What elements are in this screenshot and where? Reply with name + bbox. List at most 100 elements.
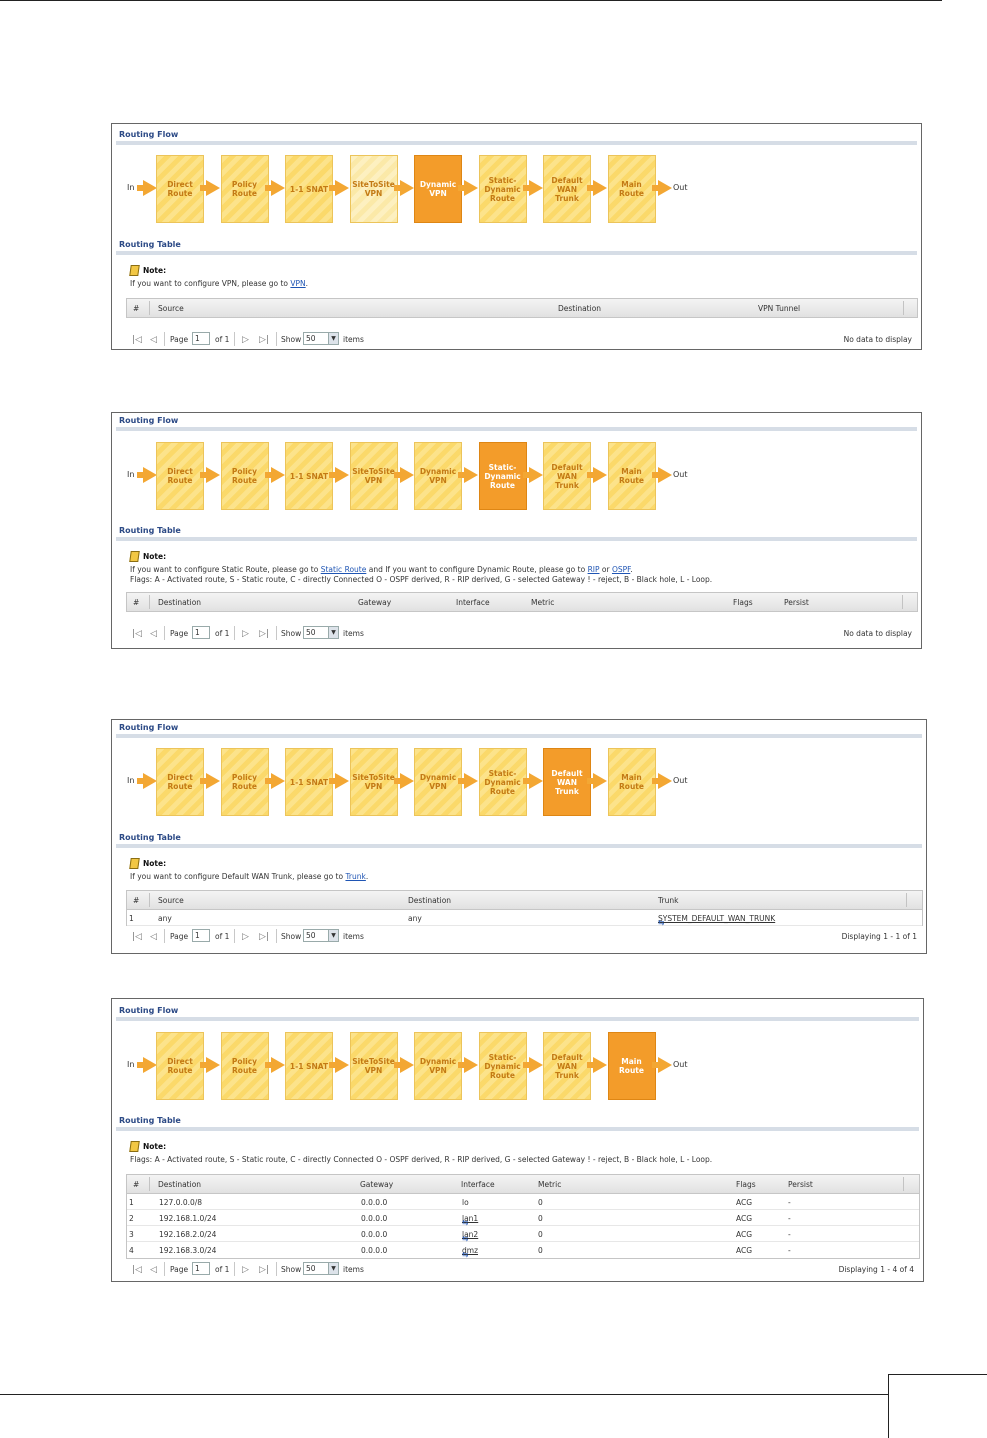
col-gateway[interactable]: Gateway [360,1180,393,1189]
next-page-icon[interactable]: ▷ [242,1265,249,1275]
flow-step[interactable]: Dynamic VPN [414,442,462,510]
flow-step[interactable]: Dynamic VPN [414,748,462,816]
flow-step[interactable]: Static- Dynamic Route [478,748,527,816]
ospf-link[interactable]: OSPF [612,565,630,574]
flow-step[interactable]: Main Route [607,442,656,510]
flow-step[interactable]: Static- Dynamic Route [478,1032,527,1100]
flow-step[interactable]: Static- Dynamic Route [478,442,527,510]
col-num[interactable]: # [133,598,139,607]
row-interface[interactable]: ⇆ dmz [462,1246,478,1259]
flow-step[interactable]: 1-1 SNAT [285,1032,333,1100]
page-size-select[interactable]: 50 ▼ [303,1262,339,1275]
flow-step[interactable]: Main Route [607,1032,656,1100]
col-trunk[interactable]: Trunk [658,896,678,905]
flow-step[interactable]: Static- Dynamic Route [478,155,527,223]
page-size-select[interactable]: 50 ▼ [303,332,339,345]
col-interface[interactable]: Interface [461,1180,495,1189]
col-destination[interactable]: Destination [408,896,451,905]
flow-step[interactable]: Policy Route [220,442,269,510]
col-gateway[interactable]: Gateway [358,598,391,607]
page-input[interactable]: 1 [192,332,210,345]
col-num[interactable]: # [133,304,139,313]
rip-link[interactable]: RIP [588,565,600,574]
last-page-icon[interactable]: ▷| [259,932,269,942]
flow-step[interactable]: Default WAN Trunk [543,1032,591,1100]
row-interface[interactable]: ⇆ lan1 [462,1214,478,1227]
next-page-icon[interactable]: ▷ [242,932,249,942]
first-page-icon[interactable]: |◁ [132,932,142,942]
col-persist[interactable]: Persist [784,598,809,607]
page-label: Page [170,1265,189,1274]
static-route-link[interactable]: Static Route [321,565,367,574]
flow-step[interactable]: Main Route [607,748,656,816]
first-page-icon[interactable]: |◁ [132,335,142,345]
col-persist[interactable]: Persist [788,1180,813,1189]
col-destination[interactable]: Destination [158,1180,201,1189]
col-interface[interactable]: Interface [456,598,490,607]
col-destination[interactable]: Destination [558,304,601,313]
flow-step[interactable]: 1-1 SNAT [285,748,333,816]
next-page-icon[interactable]: ▷ [242,335,249,345]
table-row[interactable]: 4 192.168.3.0/24 0.0.0.0 ⇆ dmz 0 ACG - [127,1242,919,1259]
page-input[interactable]: 1 [192,1262,210,1275]
flow-step[interactable]: SiteToSite VPN [349,1032,398,1100]
flow-step[interactable]: Policy Route [220,748,269,816]
prev-page-icon[interactable]: ◁ [150,932,157,942]
table-row[interactable]: 1 127.0.0.0/8 0.0.0.0 lo 0 ACG - [127,1194,919,1210]
flow-step[interactable]: Direct Route [156,155,204,223]
last-page-icon[interactable]: ▷| [259,1265,269,1275]
first-page-icon[interactable]: |◁ [132,629,142,639]
col-metric[interactable]: Metric [531,598,554,607]
vpn-link[interactable]: VPN [290,279,305,288]
flow-step[interactable]: SiteToSite VPN [349,155,398,223]
last-page-icon[interactable]: ▷| [259,335,269,345]
flow-step[interactable]: SiteToSite VPN [349,442,398,510]
page-size-select[interactable]: 50 ▼ [303,929,339,942]
page-size-select[interactable]: 50 ▼ [303,626,339,639]
chevron-down-icon[interactable]: ▼ [328,930,338,941]
chevron-down-icon[interactable]: ▼ [328,333,338,344]
table-row[interactable]: 1 any any ⇆ SYSTEM_DEFAULT_WAN_TRUNK [127,910,922,927]
flow-step[interactable]: 1-1 SNAT [285,442,333,510]
flow-step[interactable]: Policy Route [220,155,269,223]
col-num[interactable]: # [133,1180,139,1189]
col-destination[interactable]: Destination [158,598,201,607]
chevron-down-icon[interactable]: ▼ [328,627,338,638]
col-source[interactable]: Source [158,896,184,905]
trunk-link[interactable]: Trunk [345,872,365,881]
flow-step[interactable]: Direct Route [156,442,204,510]
page-input[interactable]: 1 [192,626,210,639]
col-num[interactable]: # [133,896,139,905]
flow-step[interactable]: Policy Route [220,1032,269,1100]
prev-page-icon[interactable]: ◁ [150,335,157,345]
flow-step[interactable]: Default WAN Trunk [543,748,591,816]
flow-step[interactable]: Direct Route [156,1032,204,1100]
page-input[interactable]: 1 [192,929,210,942]
flow-arrow-icon [137,467,157,483]
flow-step[interactable]: Main Route [607,155,656,223]
flow-step[interactable]: 1-1 SNAT [285,155,333,223]
table-row[interactable]: 3 192.168.2.0/24 0.0.0.0 ⇆ lan2 0 ACG - [127,1226,919,1243]
next-page-icon[interactable]: ▷ [242,629,249,639]
row-interface[interactable]: ⇆ lan2 [462,1230,478,1243]
last-page-icon[interactable]: ▷| [259,629,269,639]
flow-step[interactable]: SiteToSite VPN [349,748,398,816]
row-trunk[interactable]: ⇆ SYSTEM_DEFAULT_WAN_TRUNK [658,914,775,927]
col-vpn-tunnel[interactable]: VPN Tunnel [758,304,800,313]
col-flags[interactable]: Flags [736,1180,756,1189]
flow-step[interactable]: Default WAN Trunk [543,442,591,510]
first-page-icon[interactable]: |◁ [132,1265,142,1275]
pager: |◁ ◁ Page 1 of 1 ▷ ▷| Show 50 ▼ items Displaying 1 … [126,927,923,946]
col-metric[interactable]: Metric [538,1180,561,1189]
chevron-down-icon[interactable]: ▼ [328,1263,338,1274]
flow-step[interactable]: Dynamic VPN [414,155,462,223]
prev-page-icon[interactable]: ◁ [150,1265,157,1275]
row-gateway: 0.0.0.0 [361,1230,388,1239]
prev-page-icon[interactable]: ◁ [150,629,157,639]
table-row[interactable]: 2 192.168.1.0/24 0.0.0.0 ⇆ lan1 0 ACG - [127,1210,919,1227]
col-flags[interactable]: Flags [733,598,753,607]
col-source[interactable]: Source [158,304,184,313]
flow-step[interactable]: Direct Route [156,748,204,816]
flow-step[interactable]: Dynamic VPN [414,1032,462,1100]
flow-step[interactable]: Default WAN Trunk [543,155,591,223]
